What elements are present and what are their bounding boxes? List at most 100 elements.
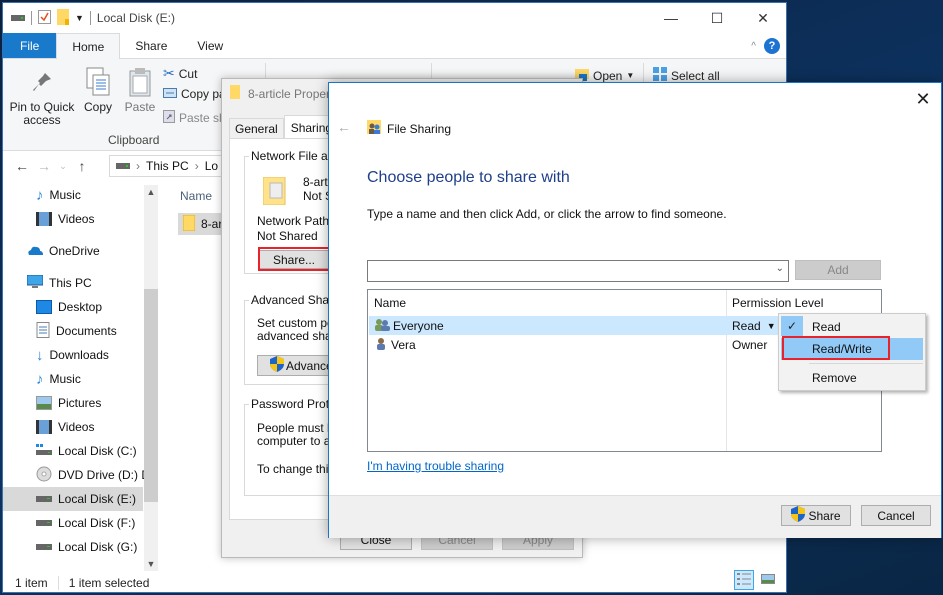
trouble-sharing-link[interactable]: I'm having trouble sharing <box>367 459 504 473</box>
nav-item-dvd-drive[interactable]: DVD Drive (D:) D <box>3 463 150 487</box>
copy-button[interactable]: Copy <box>81 67 115 114</box>
large-icons-view-button[interactable] <box>758 570 778 590</box>
properties-icon[interactable] <box>38 9 51 27</box>
group-users-icon <box>374 318 390 334</box>
page-title: Choose people to share with <box>367 169 570 186</box>
divider <box>31 11 32 25</box>
copy-path-button[interactable]: Copy pa <box>163 87 226 101</box>
tab-share[interactable]: Share <box>120 33 182 58</box>
tab-view[interactable]: View <box>182 33 238 58</box>
details-view-button[interactable] <box>734 570 754 590</box>
scroll-up-icon[interactable]: ▲ <box>144 185 158 199</box>
file-sharing-dialog: ✕ ← File Sharing Choose people to share … <box>328 82 942 538</box>
network-path-label: Network Path: <box>257 214 333 228</box>
back-arrow-icon[interactable]: ← <box>337 119 351 135</box>
navigation-pane-scrollbar[interactable]: ▲ ▼ <box>144 185 158 571</box>
new-folder-icon[interactable] <box>57 8 69 28</box>
column-header-name[interactable]: Name <box>374 296 406 310</box>
nav-item-this-pc[interactable]: This PC <box>3 271 143 295</box>
permission-level: Owner <box>732 337 768 352</box>
nav-item-pictures[interactable]: Pictures <box>3 391 143 415</box>
highlight-box <box>258 247 332 271</box>
paste-shortcut-button[interactable]: Paste sh <box>163 109 226 126</box>
minimize-button[interactable]: — <box>648 3 694 33</box>
properties-dialog-title: 8-article Proper <box>248 86 331 101</box>
collapse-ribbon-icon[interactable]: ^ <box>751 41 756 52</box>
nav-item-downloads[interactable]: ↓ Downloads <box>3 343 143 367</box>
menu-divider <box>809 363 923 364</box>
nav-item-local-disk-c[interactable]: Local Disk (C:) <box>3 439 143 463</box>
details-view-icon <box>737 572 751 588</box>
navigation-pane: ♪ Music Videos OneDrive This PC Desktop D… <box>3 183 158 573</box>
breadcrumb-this-pc[interactable]: This PC <box>146 159 189 173</box>
paste-shortcut-icon <box>163 109 175 126</box>
documents-icon <box>36 321 50 341</box>
music-icon: ♪ <box>36 186 44 204</box>
tab-home[interactable]: Home <box>56 33 121 59</box>
pin-to-quick-access-button[interactable]: Pin to Quick access <box>9 67 75 127</box>
maximize-button[interactable]: ☐ <box>694 3 740 33</box>
breadcrumb-local-disk[interactable]: Lo <box>205 159 218 173</box>
forward-arrow-icon[interactable]: → <box>33 158 55 174</box>
onedrive-icon <box>27 244 43 258</box>
drive-icon <box>11 11 25 25</box>
paste-button[interactable]: Paste <box>123 67 157 114</box>
nav-item-music[interactable]: ♪ Music <box>3 183 143 207</box>
cut-button[interactable]: ✂ Cut <box>163 65 197 82</box>
dialog-footer: Share Cancel <box>329 495 941 538</box>
recent-locations-icon[interactable]: ⌄ <box>55 161 71 172</box>
back-arrow-icon[interactable]: ← <box>11 158 33 174</box>
folder-icon <box>230 85 240 102</box>
selected-count: 1 item selected <box>68 576 150 590</box>
pin-icon <box>29 67 55 97</box>
chevron-right-icon: › <box>194 159 199 173</box>
nav-item-videos[interactable]: Videos <box>3 207 143 231</box>
videos-icon <box>36 212 52 226</box>
drive-icon <box>36 540 52 554</box>
tab-general[interactable]: General <box>229 118 284 139</box>
status-bar: 1 item 1 item selected <box>3 572 786 594</box>
nav-item-music[interactable]: ♪ Music <box>3 367 143 391</box>
share-button[interactable]: Share <box>781 505 851 526</box>
dvd-icon <box>36 466 52 485</box>
up-arrow-icon[interactable]: ↑ <box>71 158 93 174</box>
add-button[interactable]: Add <box>795 260 881 280</box>
music-icon: ♪ <box>36 370 44 388</box>
nav-item-onedrive[interactable]: OneDrive <box>3 239 143 263</box>
window-title: Local Disk (E:) <box>96 11 175 25</box>
column-header-name[interactable]: Name <box>180 189 212 203</box>
column-header-permission[interactable]: Permission Level <box>732 296 823 310</box>
customize-qat-icon[interactable]: ▼ <box>75 13 84 23</box>
menu-item-remove[interactable]: Remove <box>781 367 923 389</box>
nav-item-local-disk-g[interactable]: Local Disk (G:) <box>3 535 143 559</box>
videos-icon <box>36 420 52 434</box>
tab-file[interactable]: File <box>3 33 57 58</box>
nav-item-local-disk-e[interactable]: Local Disk (E:) <box>3 487 143 511</box>
file-sharing-icon <box>367 120 381 137</box>
help-icon[interactable]: ? <box>764 38 780 54</box>
nav-item-desktop[interactable]: Desktop <box>3 295 143 319</box>
large-icons-view-icon <box>761 573 775 587</box>
scroll-down-icon[interactable]: ▼ <box>144 557 158 571</box>
dropdown-arrow-icon: ▼ <box>626 71 635 80</box>
scrollbar-thumb[interactable] <box>144 289 158 502</box>
drive-icon <box>36 516 52 530</box>
chevron-down-icon[interactable]: ⌄ <box>776 263 784 274</box>
dropdown-arrow-icon[interactable]: ▼ <box>767 321 776 331</box>
nav-item-videos[interactable]: Videos <box>3 415 143 439</box>
clipboard-group-label: Clipboard <box>108 133 160 147</box>
uac-shield-icon <box>791 506 806 525</box>
menu-item-read[interactable]: Read <box>781 316 923 338</box>
divider <box>89 11 91 25</box>
copy-icon <box>85 67 111 97</box>
desktop-icon <box>36 300 52 314</box>
cancel-button[interactable]: Cancel <box>861 505 931 526</box>
close-icon[interactable]: ✕ <box>913 89 933 109</box>
permission-level[interactable]: Read <box>732 319 761 333</box>
name-input[interactable] <box>368 261 758 281</box>
nav-item-local-disk-f[interactable]: Local Disk (F:) <box>3 511 143 535</box>
user-icon <box>374 337 388 353</box>
close-button[interactable]: ✕ <box>740 3 786 33</box>
nav-item-documents[interactable]: Documents <box>3 319 143 343</box>
name-combobox[interactable]: ⌄ <box>367 260 789 282</box>
